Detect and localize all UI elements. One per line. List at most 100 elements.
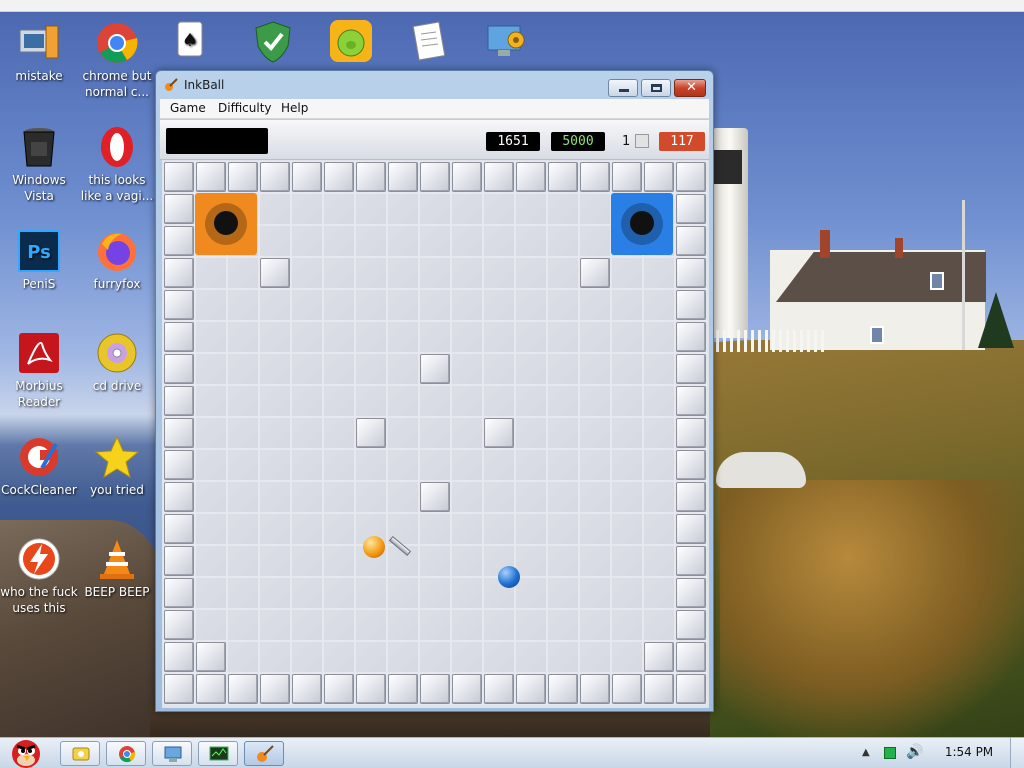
desktop-icon-vlc[interactable]: BEEP BEEP	[78, 536, 156, 600]
desktop-icon-morbius-reader[interactable]: Morbius Reader	[0, 330, 78, 410]
maximize-button[interactable]	[641, 79, 671, 97]
floor-tile	[259, 545, 291, 577]
floor-tile	[387, 321, 419, 353]
desktop-icon-chrome[interactable]: chrome but normal c...	[78, 20, 156, 100]
floor-tile	[643, 385, 675, 417]
score-display: 1651	[486, 132, 540, 151]
show-desktop-button[interactable]	[1010, 738, 1024, 768]
floor-tile	[355, 449, 387, 481]
menu-difficulty[interactable]: Difficulty	[218, 101, 272, 115]
taskbar-inkball[interactable]	[244, 741, 284, 766]
wall-block	[676, 450, 706, 480]
floor-tile	[387, 353, 419, 385]
wall-block	[164, 386, 194, 416]
floor-tile	[451, 545, 483, 577]
floor-tile	[451, 257, 483, 289]
desktop-icon-flash[interactable]: who the fuck uses this	[0, 536, 78, 616]
computer-folder-icon	[16, 20, 62, 66]
blue-ball	[498, 566, 520, 588]
wall-block	[548, 162, 578, 192]
floor-tile	[547, 609, 579, 641]
floor-tile	[291, 321, 323, 353]
desktop-icon-bad-piggies[interactable]	[312, 18, 390, 66]
title-bar[interactable]: InkBall ✕	[156, 71, 713, 99]
wall-block	[260, 258, 290, 288]
floor-tile	[643, 257, 675, 289]
control-panel-icon	[484, 18, 530, 64]
wallpaper-grass	[720, 480, 1024, 740]
floor-tile	[643, 513, 675, 545]
taskbar-network[interactable]	[152, 741, 192, 766]
desktop-icon-mistake[interactable]: mistake	[0, 20, 78, 84]
floor-tile	[355, 193, 387, 225]
wall-block	[228, 674, 258, 704]
floor-tile	[259, 449, 291, 481]
floor-tile	[419, 385, 451, 417]
floor-tile	[451, 385, 483, 417]
floor-tile	[579, 353, 611, 385]
desktop-icon-windows-vista[interactable]: Windows Vista	[0, 124, 78, 204]
vlc-cone-icon	[94, 536, 140, 582]
desktop-icon-firefox[interactable]: furryfox	[78, 228, 156, 292]
desktop-icon-opera[interactable]: this looks like a vagi...	[78, 124, 156, 204]
wall-block	[260, 674, 290, 704]
floor-tile	[259, 321, 291, 353]
tray-volume-icon[interactable]: 🔊	[906, 744, 923, 760]
taskbar-clock[interactable]: 1:54 PM	[934, 745, 1004, 759]
wall-block	[676, 290, 706, 320]
desktop-icon-you-tried[interactable]: you tried	[78, 434, 156, 498]
game-board[interactable]	[162, 160, 709, 708]
floor-tile	[451, 417, 483, 449]
floor-tile	[387, 481, 419, 513]
orange-goal-hole	[195, 193, 257, 255]
chrome-icon	[119, 746, 136, 763]
close-button[interactable]: ✕	[674, 79, 706, 97]
floor-tile	[323, 353, 355, 385]
wall-block	[676, 514, 706, 544]
floor-tile	[579, 641, 611, 673]
floor-tile	[515, 609, 547, 641]
floor-tile	[195, 577, 227, 609]
wall-block	[612, 674, 642, 704]
wall-block	[196, 162, 226, 192]
wall-block	[260, 162, 290, 192]
floor-tile	[483, 385, 515, 417]
floor-tile	[419, 225, 451, 257]
floor-tile	[291, 385, 323, 417]
floor-tile	[579, 513, 611, 545]
menu-game[interactable]: Game	[170, 101, 206, 115]
wall-block	[452, 162, 482, 192]
floor-tile	[419, 449, 451, 481]
minimize-button[interactable]	[608, 79, 638, 97]
floor-tile	[515, 385, 547, 417]
desktop-icon-cd-drive[interactable]: cd drive	[78, 330, 156, 394]
menu-help[interactable]: Help	[281, 101, 308, 115]
floor-tile	[643, 481, 675, 513]
chrome-icon	[94, 20, 140, 66]
floor-tile	[579, 321, 611, 353]
start-button[interactable]	[2, 732, 48, 768]
desktop-icon-documents[interactable]	[390, 18, 468, 66]
wall-block	[356, 674, 386, 704]
floor-tile	[323, 609, 355, 641]
desktop-icon-control-panel[interactable]	[468, 18, 546, 66]
inkball-window[interactable]: InkBall ✕ Game Difficulty Help 1651 5000…	[155, 70, 714, 712]
network-icon	[164, 746, 182, 762]
ccleaner-icon	[16, 434, 62, 480]
tray-expand-icon[interactable]: ▲	[862, 747, 870, 758]
floor-tile	[611, 609, 643, 641]
desktop-icon-ccleaner[interactable]: CockCleaner	[0, 434, 78, 498]
desktop-icon-photoshop[interactable]: Ps PeniS	[0, 228, 78, 292]
task-manager-icon	[209, 746, 229, 761]
floor-tile	[515, 321, 547, 353]
taskbar-chrome[interactable]	[106, 741, 146, 766]
taskbar-task-manager[interactable]	[198, 741, 238, 766]
desktop-icon-security[interactable]	[234, 18, 312, 66]
wallpaper-chimney	[895, 238, 903, 258]
tray-network-icon[interactable]	[884, 747, 896, 759]
taskbar-explorer[interactable]	[60, 741, 100, 766]
floor-tile	[579, 449, 611, 481]
floor-tile	[547, 257, 579, 289]
floor-tile	[387, 385, 419, 417]
desktop-icon-solitaire[interactable]: ♠	[150, 18, 228, 66]
